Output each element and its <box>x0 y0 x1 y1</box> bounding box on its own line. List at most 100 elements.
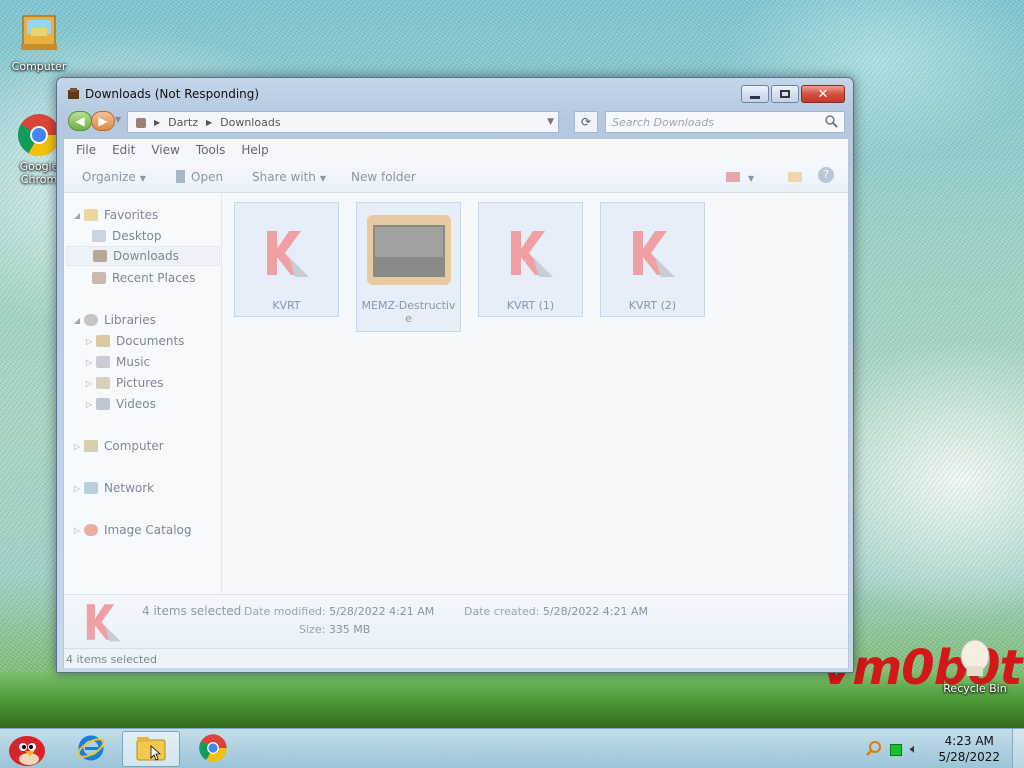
preview-pane-icon <box>788 172 802 182</box>
refresh-button[interactable]: ⟳ <box>574 111 598 133</box>
help-button[interactable]: ? <box>818 167 834 183</box>
status-bar: 4 items selected <box>64 648 848 668</box>
expand-arrow-icon[interactable]: ▷ <box>82 379 96 388</box>
size-value: 335 MB <box>328 623 371 636</box>
star-icon <box>84 209 98 221</box>
breadcrumb-separator-icon[interactable]: ▶ <box>154 118 160 127</box>
expand-arrow-icon[interactable]: ◢ <box>70 316 84 325</box>
new-folder-button[interactable]: New folder <box>351 170 416 184</box>
details-pane: 4 items selected Date modified: 5/28/202… <box>64 594 848 648</box>
desktop-icon-computer[interactable]: Computer <box>4 8 74 73</box>
open-button[interactable]: Open <box>176 170 223 184</box>
nav-recent-places[interactable]: Recent Places <box>92 268 195 288</box>
expand-arrow-icon[interactable]: ▷ <box>82 337 96 346</box>
expand-arrow-icon[interactable]: ◢ <box>70 211 84 220</box>
volume-icon[interactable]: 🔈︎ <box>910 742 918 757</box>
nav-network[interactable]: ▷ Network <box>70 478 154 498</box>
expand-arrow-icon[interactable]: ▷ <box>70 526 84 535</box>
back-button[interactable]: ◀ <box>68 111 92 131</box>
explorer-window[interactable]: Downloads (Not Responding) ✕ ◀ ▶ ▼ ▶ Dar… <box>56 77 854 673</box>
recent-places-icon <box>92 272 106 284</box>
chevron-down-icon: ▼ <box>319 174 327 183</box>
breadcrumb-downloads[interactable]: Downloads <box>220 116 280 129</box>
kaspersky-icon <box>505 227 557 282</box>
nav-documents[interactable]: ▷ Documents <box>82 331 185 351</box>
internet-explorer-icon <box>76 733 106 766</box>
clock-time: 4:23 AM <box>944 734 994 748</box>
system-clock[interactable]: 4:23 AM 5/28/2022 <box>938 733 1000 765</box>
chevron-down-icon: ▼ <box>748 174 755 183</box>
close-button[interactable]: ✕ <box>801 85 845 103</box>
nav-computer[interactable]: ▷ Computer <box>70 436 164 456</box>
preview-pane-button[interactable] <box>788 170 802 184</box>
nav-label: Downloads <box>113 249 179 263</box>
minimize-icon <box>750 95 760 99</box>
share-with-button[interactable]: Share with ▼ <box>252 170 326 184</box>
pictures-icon <box>96 377 110 389</box>
taskbar-chrome[interactable] <box>184 731 242 767</box>
search-tray-icon[interactable] <box>866 740 882 759</box>
file-tile[interactable]: MEMZ-Destructive <box>356 202 461 332</box>
nav-desktop[interactable]: Desktop <box>92 226 162 246</box>
computer-icon <box>84 440 98 452</box>
chevron-down-icon: ▼ <box>139 174 146 183</box>
date-modified-label: Date modified: <box>244 605 326 618</box>
menu-view[interactable]: View <box>143 139 187 161</box>
nav-image-catalog[interactable]: ▷ Image Catalog <box>70 520 192 540</box>
nav-label: Recent Places <box>112 271 196 285</box>
desktop-icon-recycle-bin[interactable]: Recycle Bin <box>940 636 1010 695</box>
nav-label: Desktop <box>112 229 162 243</box>
file-tile[interactable]: KVRT (2) <box>600 202 705 317</box>
expand-arrow-icon[interactable]: ▷ <box>82 400 96 409</box>
nav-videos[interactable]: ▷ Videos <box>82 394 156 414</box>
open-label: Open <box>191 170 224 184</box>
show-desktop-button[interactable] <box>1012 729 1024 768</box>
nav-label: Music <box>116 355 151 369</box>
menu-edit[interactable]: Edit <box>104 139 143 161</box>
refresh-icon: ⟳ <box>580 115 592 129</box>
start-button[interactable] <box>0 729 54 768</box>
organize-button[interactable]: Organize ▼ <box>82 170 146 184</box>
minimize-button[interactable] <box>741 85 769 103</box>
change-view-button[interactable]: ▼ <box>726 170 754 184</box>
title-bar[interactable]: Downloads (Not Responding) ✕ <box>57 78 853 108</box>
memz-icon <box>363 211 455 292</box>
nav-libraries[interactable]: ◢ Libraries <box>70 310 156 330</box>
search-input[interactable] <box>606 112 816 132</box>
file-tile[interactable]: KVRT (1) <box>478 202 583 317</box>
back-arrow-icon: ◀ <box>75 114 85 128</box>
expand-arrow-icon[interactable]: ▷ <box>70 442 84 451</box>
network-tray-icon[interactable] <box>890 743 902 756</box>
forward-button[interactable]: ▶ <box>91 111 115 131</box>
maximize-button[interactable] <box>771 85 799 103</box>
search-box[interactable] <box>605 111 845 133</box>
recent-pages-chevron-icon[interactable]: ▼ <box>115 115 121 124</box>
taskbar-explorer[interactable] <box>122 731 180 767</box>
menu-help[interactable]: Help <box>233 139 276 161</box>
expand-arrow-icon[interactable]: ▷ <box>82 358 96 367</box>
breadcrumb-dartz[interactable]: Dartz <box>168 116 198 129</box>
nav-downloads[interactable]: Downloads <box>66 246 220 266</box>
nav-pictures[interactable]: ▷ Pictures <box>82 373 164 393</box>
explorer-app-icon <box>67 87 80 100</box>
image-catalog-icon <box>84 524 98 536</box>
menu-tools[interactable]: Tools <box>188 139 234 161</box>
nav-music[interactable]: ▷ Music <box>82 352 150 372</box>
view-icon <box>726 172 740 182</box>
taskbar-internet-explorer[interactable] <box>62 731 120 767</box>
nav-favorites[interactable]: ◢ Favorites <box>70 205 158 225</box>
file-tile[interactable]: KVRT <box>234 202 339 317</box>
navigation-pane: ◢ Favorites Desktop Downloads Recent Pla… <box>64 194 222 594</box>
breadcrumb-separator-icon[interactable]: ▶ <box>206 118 212 127</box>
menu-file[interactable]: File <box>68 139 104 161</box>
desktop-folder-icon <box>92 230 106 242</box>
address-bar[interactable]: ▶ Dartz ▶ Downloads ▼ <box>127 111 559 133</box>
nav-label: Image Catalog <box>104 523 192 537</box>
taskbar: 🔈︎ 4:23 AM 5/28/2022 <box>0 728 1024 768</box>
folder-location-icon <box>136 117 146 128</box>
expand-arrow-icon[interactable]: ▷ <box>70 484 84 493</box>
address-dropdown-icon[interactable]: ▼ <box>547 117 554 127</box>
new-folder-label: New folder <box>351 170 416 184</box>
search-icon[interactable] <box>825 115 838 131</box>
nav-label: Favorites <box>104 208 159 222</box>
